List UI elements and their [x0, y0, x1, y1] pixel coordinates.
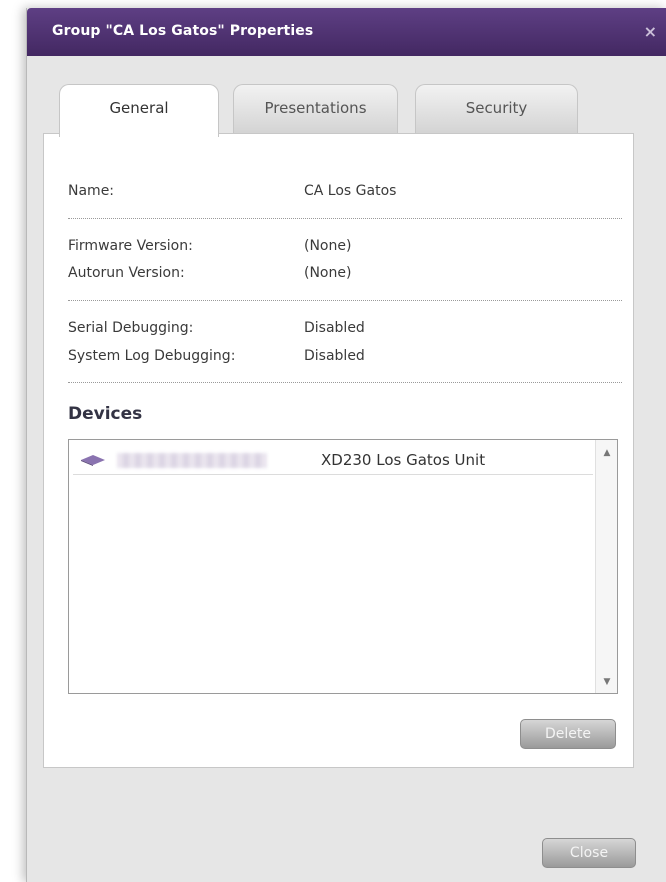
autorun-label: Autorun Version:	[68, 265, 185, 281]
group-properties-dialog: Group "CA Los Gatos" Properties × Genera…	[26, 8, 666, 882]
devices-heading: Devices	[68, 404, 143, 424]
list-item[interactable]: XD230 Los Gatos Unit	[73, 444, 593, 475]
tab-security[interactable]: Security	[415, 84, 578, 134]
device-serial-redacted	[117, 453, 267, 468]
scroll-up-icon[interactable]: ▲	[596, 448, 618, 458]
tab-label: General	[109, 99, 169, 117]
general-panel: Name: CA Los Gatos Firmware Version: (None…	[43, 133, 634, 768]
divider	[68, 382, 622, 383]
close-icon[interactable]: ×	[644, 22, 657, 41]
autorun-row: Autorun Version: (None)	[68, 265, 351, 281]
syslog-debug-value: Disabled	[304, 348, 365, 364]
device-name: XD230 Los Gatos Unit	[321, 451, 486, 469]
tab-label: Presentations	[264, 99, 367, 117]
firmware-label: Firmware Version:	[68, 238, 193, 254]
divider	[68, 218, 622, 219]
serial-debug-row: Serial Debugging: Disabled	[68, 320, 365, 336]
syslog-debug-row: System Log Debugging: Disabled	[68, 348, 365, 364]
devices-scrollbar[interactable]: ▲ ▼	[595, 440, 617, 693]
divider	[68, 300, 622, 301]
dialog-titlebar[interactable]: Group "CA Los Gatos" Properties ×	[27, 8, 666, 56]
device-icon	[81, 455, 105, 466]
syslog-debug-label: System Log Debugging:	[68, 348, 236, 364]
name-label: Name:	[68, 183, 115, 199]
name-value: CA Los Gatos	[304, 183, 397, 199]
devices-list[interactable]: XD230 Los Gatos Unit ▲ ▼	[68, 439, 618, 694]
tab-label: Security	[465, 99, 528, 117]
delete-button[interactable]: Delete	[520, 719, 616, 749]
firmware-row: Firmware Version: (None)	[68, 238, 351, 254]
close-button[interactable]: Close	[542, 838, 636, 868]
tab-presentations[interactable]: Presentations	[233, 84, 398, 134]
name-row: Name: CA Los Gatos	[68, 183, 396, 199]
firmware-value: (None)	[304, 238, 352, 254]
serial-debug-value: Disabled	[304, 320, 365, 336]
tab-general[interactable]: General	[59, 84, 219, 137]
autorun-value: (None)	[304, 265, 352, 281]
serial-debug-label: Serial Debugging:	[68, 320, 194, 336]
dialog-title: Group "CA Los Gatos" Properties	[52, 23, 314, 39]
scroll-down-icon[interactable]: ▼	[596, 677, 618, 687]
